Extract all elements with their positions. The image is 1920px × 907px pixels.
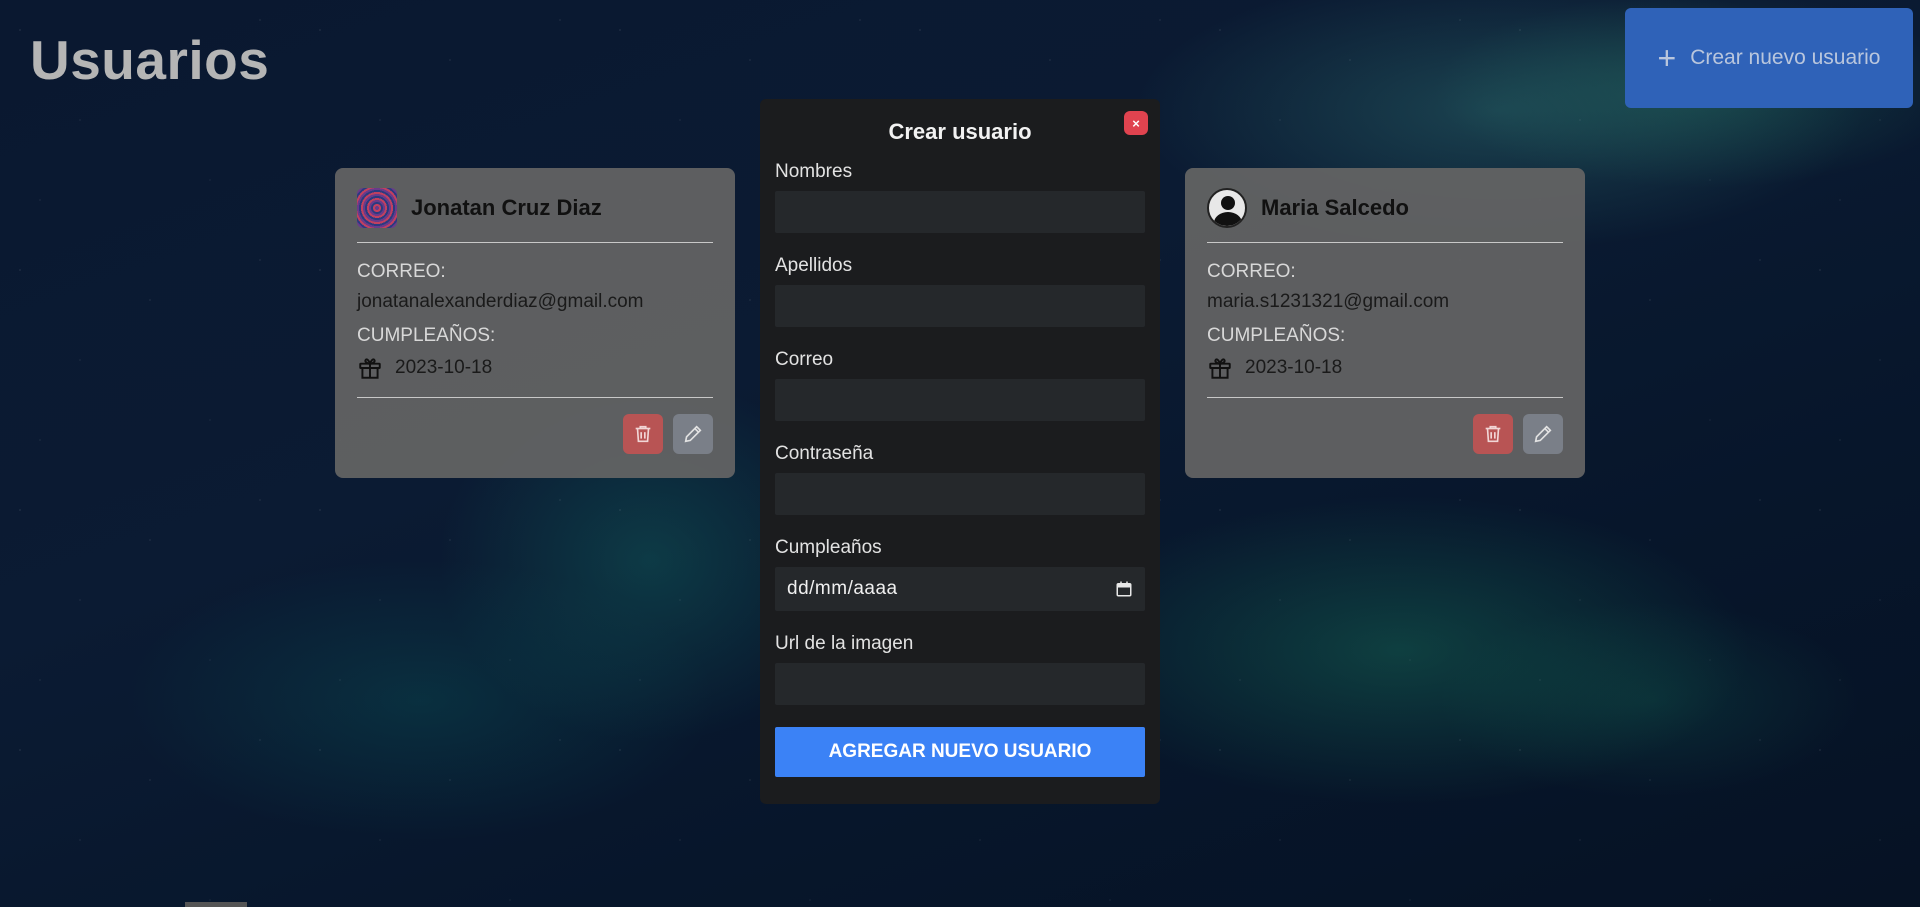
close-icon: ×	[1132, 115, 1140, 131]
calendar-icon[interactable]	[1115, 580, 1133, 598]
date-placeholder: dd/mm/aaaa	[787, 578, 898, 599]
birthday-value: 2023-10-18	[395, 357, 493, 378]
birthday-label: CUMPLEAÑOS:	[357, 325, 496, 346]
delete-button[interactable]	[623, 414, 663, 454]
avatar	[357, 188, 397, 228]
cumpleanos-date-input[interactable]: dd/mm/aaaa	[775, 567, 1145, 611]
trash-icon	[1485, 425, 1501, 443]
avatar	[1207, 188, 1247, 228]
apellidos-label: Apellidos	[775, 255, 853, 276]
scrollbar-thumb[interactable]	[185, 902, 247, 907]
nombres-input[interactable]	[775, 191, 1145, 233]
email-value: jonatanalexanderdiaz@gmail.com	[357, 291, 644, 312]
correo-input[interactable]	[775, 379, 1145, 421]
correo-label: Correo	[775, 349, 834, 370]
nombres-label: Nombres	[775, 161, 853, 182]
modal-title: Crear usuario	[888, 119, 1032, 144]
contrasena-label: Contraseña	[775, 443, 874, 464]
cumpleanos-label: Cumpleaños	[775, 537, 882, 558]
plus-icon: +	[1657, 40, 1677, 76]
gift-icon	[1209, 358, 1231, 379]
edit-button[interactable]	[1523, 414, 1563, 454]
trash-icon	[635, 425, 651, 443]
create-user-label: Crear nuevo usuario	[1690, 46, 1881, 69]
email-value: maria.s1231321@gmail.com	[1207, 291, 1450, 312]
contrasena-input[interactable]	[775, 473, 1145, 515]
user-name: Maria Salcedo	[1261, 195, 1409, 220]
email-label: CORREO:	[357, 261, 446, 282]
create-user-button[interactable]: + Crear nuevo usuario	[1625, 8, 1913, 108]
pencil-icon	[1534, 425, 1552, 443]
divider	[1207, 397, 1563, 398]
submit-button[interactable]: AGREGAR NUEVO USUARIO	[775, 727, 1145, 777]
create-user-modal: × Crear usuario Nombres Apellidos Correo…	[760, 99, 1160, 804]
page-title: Usuarios	[30, 29, 270, 91]
gift-icon	[359, 358, 381, 379]
pencil-icon	[684, 425, 702, 443]
birthday-value: 2023-10-18	[1245, 357, 1343, 378]
divider	[357, 397, 713, 398]
birthday-label: CUMPLEAÑOS:	[1207, 325, 1346, 346]
edit-button[interactable]	[673, 414, 713, 454]
user-card: Maria Salcedo CORREO: maria.s1231321@gma…	[1185, 168, 1585, 478]
delete-button[interactable]	[1473, 414, 1513, 454]
email-label: CORREO:	[1207, 261, 1296, 282]
url-imagen-input[interactable]	[775, 663, 1145, 705]
apellidos-input[interactable]	[775, 285, 1145, 327]
user-card: Jonatan Cruz Diaz CORREO: jonatanalexand…	[335, 168, 735, 478]
url-imagen-label: Url de la imagen	[775, 633, 914, 654]
divider	[1207, 242, 1563, 243]
divider	[357, 242, 713, 243]
close-button[interactable]: ×	[1124, 111, 1148, 135]
user-name: Jonatan Cruz Diaz	[411, 195, 602, 220]
